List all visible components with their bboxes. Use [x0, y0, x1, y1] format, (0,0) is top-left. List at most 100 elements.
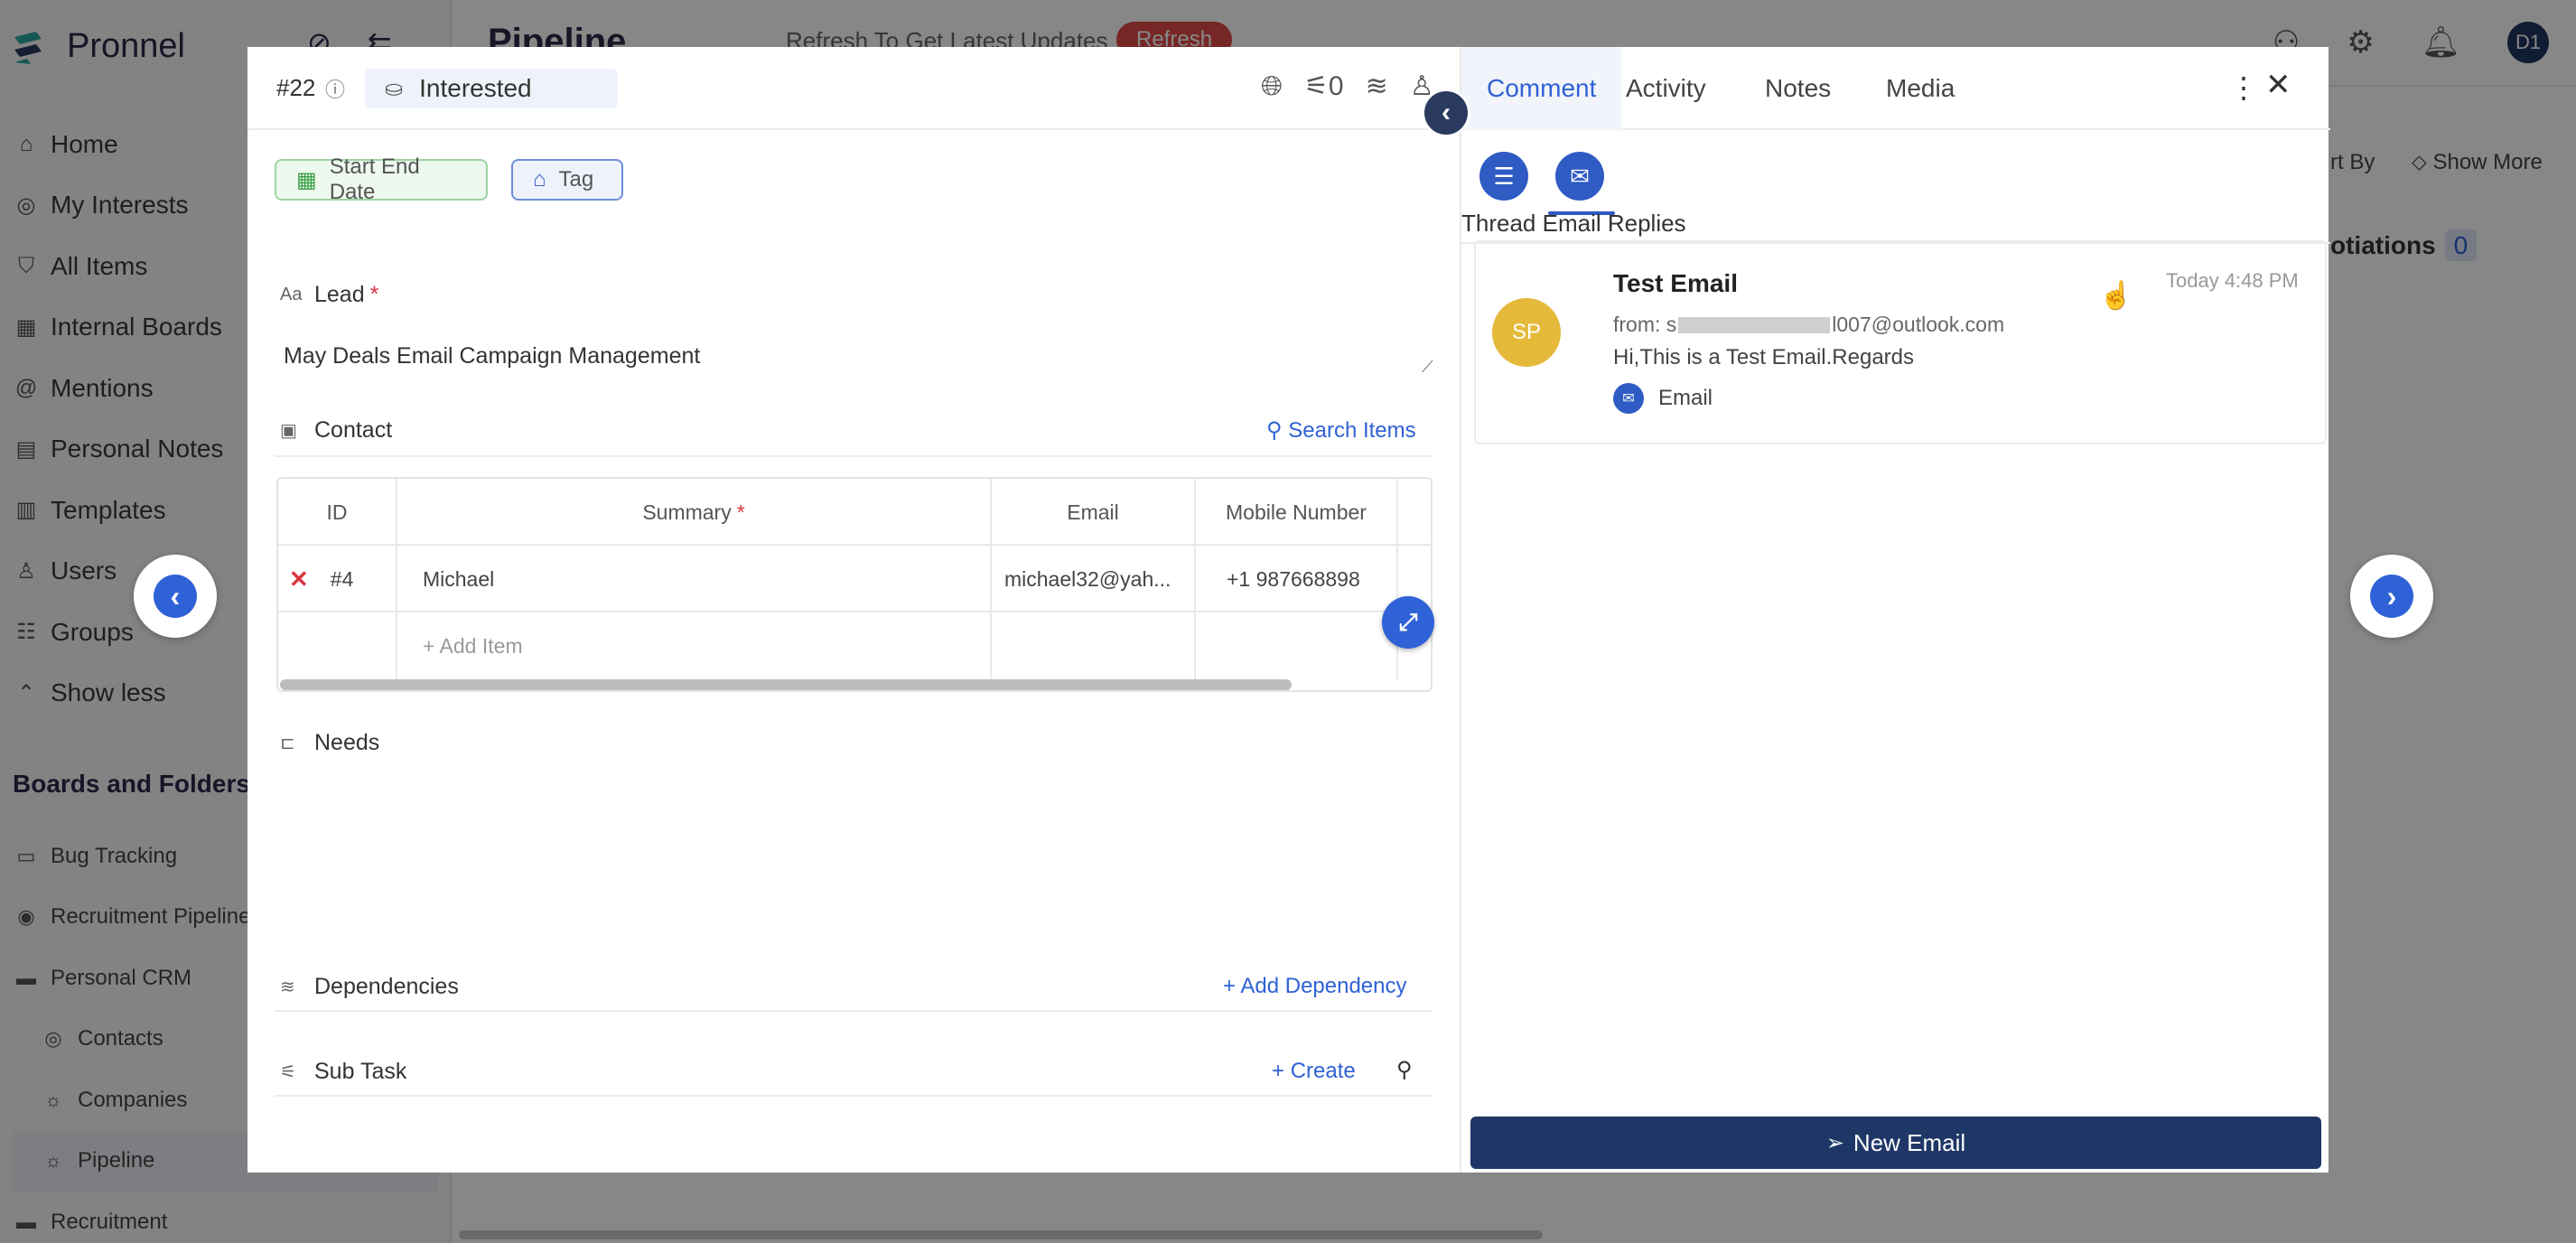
chevron-left-icon: ‹: [1442, 98, 1451, 127]
hand-cursor-icon: ☝: [2099, 281, 2133, 311]
chevron-left-icon: ‹: [154, 575, 197, 618]
row-mobile[interactable]: +1 987668898: [1196, 546, 1398, 612]
status-dropdown[interactable]: ⛀ Interested: [365, 69, 618, 108]
item-header: #22 ⓘ ⛀ Interested 🌐︎ ⚟0 ≋ ♙: [247, 47, 1458, 130]
info-icon[interactable]: ⓘ: [325, 74, 345, 103]
search-items-link[interactable]: ⚲ Search Items: [1266, 417, 1416, 444]
tab-comment[interactable]: Comment: [1461, 47, 1622, 130]
search-items-label: Search Items: [1288, 418, 1416, 443]
close-icon[interactable]: ✕: [2265, 67, 2291, 103]
needs-field-label: ⊏ Needs: [280, 730, 379, 756]
tab-activity[interactable]: Activity: [1626, 47, 1706, 130]
previous-item-button[interactable]: ‹: [134, 555, 217, 638]
email-timestamp: Today 4:48 PM: [2166, 269, 2299, 292]
needs-label-text: Needs: [314, 730, 380, 755]
lead-label-text: Lead: [314, 282, 365, 307]
search-icon: ⚲: [1266, 418, 1283, 443]
divider: [275, 455, 1433, 457]
contact-table: ID Summary * Email Mobile Number ✕ #4 Mich…: [276, 477, 1433, 692]
email-card[interactable]: SP Test Email from: s l007@outlook.com Hi…: [1474, 240, 2327, 444]
subtask-icon: ⚟: [280, 1062, 296, 1082]
lead-value[interactable]: May Deals Email Campaign Management: [284, 343, 700, 369]
email-from-suffix: l007@outlook.com: [1832, 313, 2005, 336]
email-subject: Test Email: [1613, 269, 1738, 297]
date-chip-label: Start End Date: [329, 154, 420, 204]
search-icon[interactable]: ⚲: [1396, 1057, 1413, 1083]
lead-field-label: Aa Lead *: [280, 282, 378, 308]
add-item-row: + Add Item: [278, 612, 1431, 679]
needs-field-icon: ⊏: [280, 734, 295, 753]
tab-notes[interactable]: Notes: [1765, 47, 1831, 130]
new-email-label: New Email: [1853, 1128, 1966, 1156]
add-dependency-label: Add Dependency: [1240, 974, 1407, 998]
subtask-count-icon[interactable]: ⚟0: [1304, 70, 1344, 102]
email-body: Hi,This is a Test Email.Regards: [1613, 345, 1914, 369]
thread-title: Thread Email Replies: [1461, 210, 1686, 237]
status-value: Interested: [419, 74, 532, 102]
required-marker: *: [369, 282, 379, 307]
tab-media[interactable]: Media: [1886, 47, 1955, 130]
email-type: ✉ Email: [1613, 383, 1713, 414]
subtask-label: ⚟ Sub Task: [280, 1059, 406, 1085]
expand-icon: ⤢: [1398, 608, 1418, 635]
envelope-icon: ✉: [1613, 383, 1644, 414]
dependencies-label: ≋ Dependencies: [280, 974, 459, 1000]
dependency-icon: ≋: [280, 977, 295, 997]
column-header-email: Email: [992, 479, 1196, 546]
empty-cell: [992, 612, 1196, 679]
add-item-button[interactable]: + Add Item: [397, 612, 992, 679]
table-scrollbar[interactable]: [280, 679, 1292, 690]
sender-avatar: SP: [1492, 298, 1561, 367]
item-detail-modal: #22 ⓘ ⛀ Interested 🌐︎ ⚟0 ≋ ♙ ‹ ▦ Start En…: [247, 47, 2330, 1173]
column-header-id: ID: [278, 479, 397, 546]
dependencies-label-text: Dependencies: [314, 974, 459, 999]
tag-chip[interactable]: ⌂ Tag: [511, 159, 623, 201]
status-bucket-icon: ⛀: [385, 76, 404, 101]
create-label: Create: [1290, 1059, 1356, 1083]
create-subtask-link[interactable]: + Create: [1272, 1059, 1356, 1084]
table-header-row: ID Summary * Email Mobile Number: [278, 479, 1431, 546]
next-item-button[interactable]: ›: [2350, 555, 2433, 638]
chevron-right-icon: ›: [2370, 575, 2413, 618]
divider: [275, 1010, 1433, 1012]
envelope-icon: ✉: [1570, 162, 1590, 190]
email-from: from: s l007@outlook.com: [1613, 313, 2004, 337]
expand-table-button[interactable]: ⤢: [1382, 596, 1434, 649]
add-dependency-link[interactable]: + Add Dependency: [1223, 974, 1407, 999]
comments-tabs: Comment Activity Notes Media: [1461, 47, 2330, 130]
tag-icon: ⌂: [533, 167, 546, 192]
row-email[interactable]: michael32@yah...: [992, 546, 1196, 612]
row-id-cell: ✕ #4: [278, 546, 397, 612]
summary-header-text: Summary: [642, 500, 732, 524]
required-marker: *: [736, 500, 745, 524]
globe-icon[interactable]: 🌐︎: [1261, 71, 1283, 102]
row-summary[interactable]: Michael: [397, 546, 992, 612]
column-header-more: [1398, 479, 1431, 546]
divider: [275, 1095, 1433, 1097]
empty-cell: [278, 612, 397, 679]
contact-field-icon: ▣: [280, 421, 297, 441]
email-type-label: Email: [1658, 386, 1713, 410]
tag-chip-label: Tag: [558, 167, 594, 192]
column-header-mobile: Mobile Number: [1196, 479, 1398, 546]
item-id: #22: [276, 74, 316, 101]
remove-row-icon[interactable]: ✕: [289, 565, 309, 593]
comment-mode-button[interactable]: ☰: [1479, 152, 1528, 201]
empty-cell: [1196, 612, 1398, 679]
email-mode-button[interactable]: ✉: [1555, 152, 1604, 201]
subtask-label-text: Sub Task: [314, 1059, 407, 1084]
dependency-icon[interactable]: ≋: [1366, 70, 1388, 102]
new-email-button[interactable]: ➢ New Email: [1470, 1117, 2321, 1169]
collapse-panel-button[interactable]: ‹: [1422, 89, 1470, 137]
calendar-icon: ▦: [296, 167, 317, 192]
plus-icon: +: [1272, 1059, 1285, 1083]
resize-handle-icon[interactable]: ⟋: [1422, 358, 1433, 377]
comments-pane: Comment Activity Notes Media ☰ ✉ Thread …: [1460, 47, 2330, 1173]
row-id: #4: [330, 566, 354, 591]
start-end-date-chip[interactable]: ▦ Start End Date: [275, 154, 488, 204]
table-row[interactable]: ✕ #4 Michael michael32@yah... +1 98766889…: [278, 546, 1431, 612]
chat-icon: ☰: [1493, 162, 1515, 190]
column-header-summary: Summary *: [397, 479, 992, 546]
plus-icon: +: [1223, 974, 1237, 998]
more-options-icon[interactable]: ⋮: [2229, 70, 2258, 105]
